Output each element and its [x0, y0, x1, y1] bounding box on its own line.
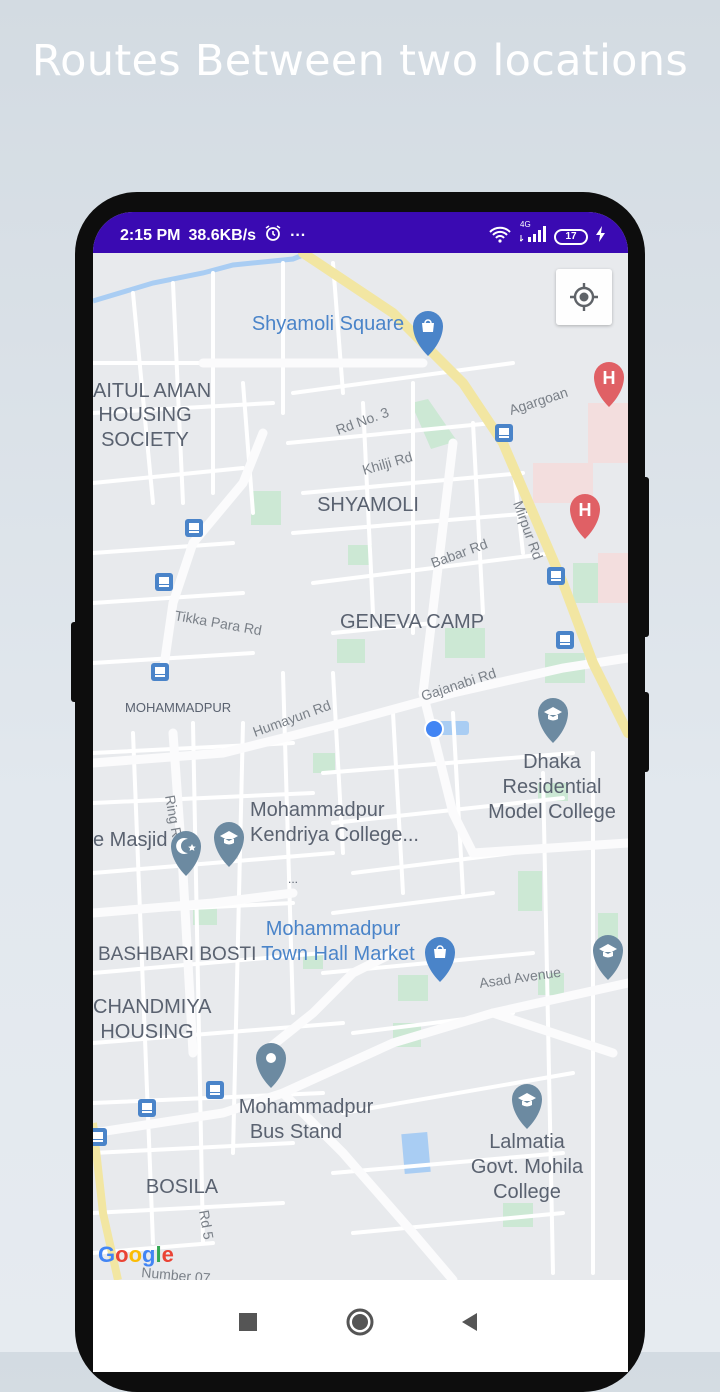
bus-stop-icon: [556, 631, 574, 649]
back-icon: [459, 1312, 479, 1337]
label-lalmatia-2: Govt. Mohila: [471, 1156, 584, 1178]
signal-icon: 4G: [518, 220, 546, 247]
label-dhaka-college-1: Dhaka: [523, 751, 582, 773]
navigation-bar: [93, 1280, 628, 1372]
my-location-icon: [569, 282, 599, 312]
bus-stop-icon: [151, 663, 169, 681]
map-view[interactable]: Shyamoli Square AITUL AMAN HOUSING SOCIE…: [93, 253, 628, 1280]
label-baitul-aman-1: AITUL AMAN: [93, 380, 211, 402]
bus-stop-icon: [93, 1128, 107, 1146]
label-town-hall-1: Mohammadpur: [266, 918, 401, 940]
battery-level: 17: [554, 228, 588, 245]
label-bashbari-bosti: BASHBARI BOSTI: [98, 944, 256, 965]
wifi-icon: [488, 225, 512, 248]
network-type: 4G: [520, 220, 531, 229]
phone-side-button-left: [71, 622, 77, 702]
status-time: 2:15 PM: [120, 226, 181, 244]
my-location-button[interactable]: [556, 269, 612, 325]
bus-stop-icon: [206, 1081, 224, 1099]
label-chandmiya-2: HOUSING: [100, 1021, 193, 1043]
label-baitul-aman-2: HOUSING: [98, 404, 191, 426]
label-dhaka-college-3: Model College: [488, 801, 616, 823]
label-mohammadpur: MOHAMMADPUR: [125, 700, 231, 715]
label-baitul-aman-3: SOCIETY: [101, 429, 189, 451]
current-location-marker: [424, 719, 444, 739]
recents-button[interactable]: [228, 1304, 268, 1344]
label-bus-stand-2: Bus Stand: [250, 1121, 342, 1143]
svg-text:H: H: [603, 368, 616, 388]
label-chandmiya-1: CHANDMIYA: [93, 996, 212, 1018]
back-button[interactable]: [449, 1304, 489, 1344]
page-headline: Routes Between two locations: [31, 36, 689, 86]
bus-stop-icon: [547, 567, 565, 585]
bus-stop-icon: [155, 573, 173, 591]
label-shyamoli: SHYAMOLI: [317, 494, 419, 516]
phone-side-button-right-top: [643, 477, 649, 637]
label-bosila: BOSILA: [146, 1176, 219, 1198]
map-canvas[interactable]: Shyamoli Square AITUL AMAN HOUSING SOCIE…: [93, 253, 628, 1280]
label-masjid: e Masjid: [93, 829, 167, 851]
charging-icon: [596, 226, 606, 247]
phone-side-button-right-bottom: [643, 692, 649, 772]
home-icon: [345, 1307, 375, 1342]
alarm-icon: [264, 224, 282, 247]
bus-stop-icon: [495, 424, 513, 442]
status-bar: 2:15 PM 38.6KB/s ··· 4G 17: [93, 212, 628, 253]
more-notifications-icon: ···: [290, 226, 307, 244]
bus-stop-icon: [138, 1099, 156, 1117]
label-bus-stand-1: Mohammadpur: [239, 1096, 374, 1118]
label-shyamoli-square: Shyamoli Square: [252, 313, 404, 335]
phone-screen: 2:15 PM 38.6KB/s ··· 4G 17 Shyamoli Squa…: [93, 212, 628, 1372]
google-logo: Google: [98, 1242, 174, 1267]
home-button[interactable]: [340, 1304, 380, 1344]
svg-text:H: H: [579, 500, 592, 520]
label-kendriya-1: Mohammadpur: [250, 799, 385, 821]
label-lalmatia-1: Lalmatia: [489, 1131, 565, 1153]
label-town-hall-2: Town Hall Market: [261, 943, 415, 965]
label-lalmatia-3: College: [493, 1181, 561, 1203]
recents-icon: [238, 1312, 258, 1337]
status-speed: 38.6KB/s: [188, 226, 257, 244]
bus-stop-icon: [185, 519, 203, 537]
label-kendriya-2: Kendriya College...: [250, 824, 419, 846]
label-dots: ...: [288, 872, 298, 886]
label-dhaka-college-2: Residential: [503, 776, 602, 798]
label-geneva-camp: GENEVA CAMP: [340, 611, 484, 633]
